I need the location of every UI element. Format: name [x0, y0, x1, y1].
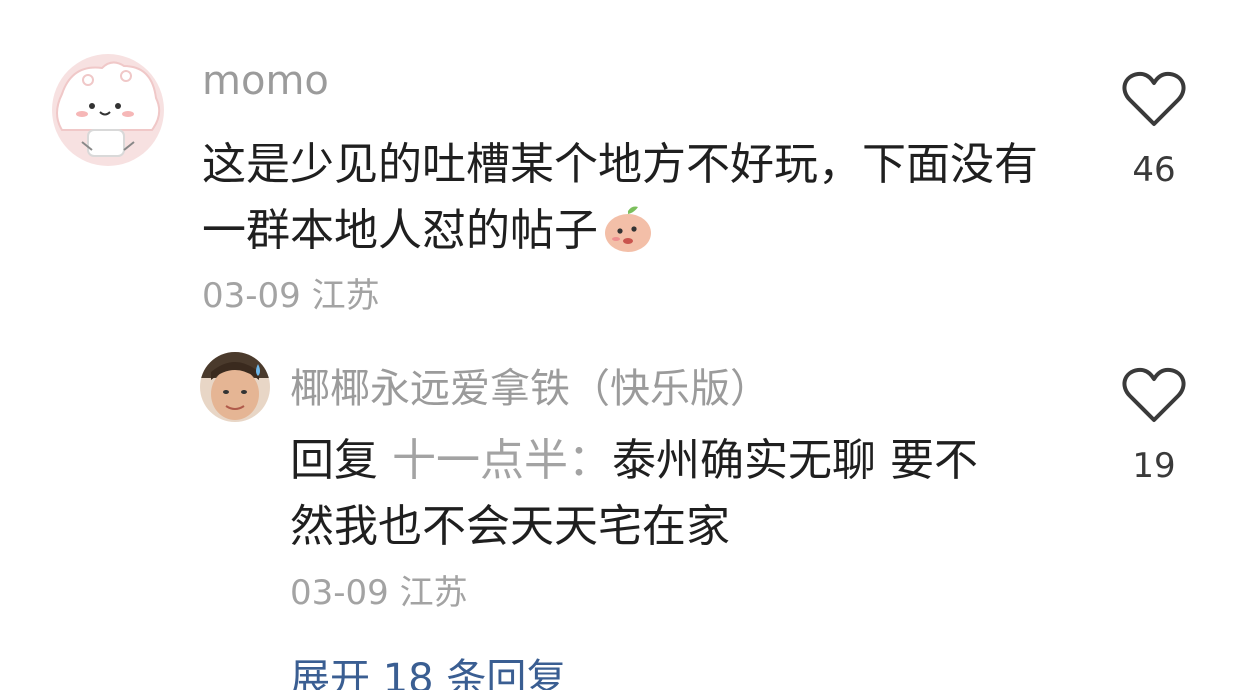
reply-prefix: 回复	[290, 435, 378, 486]
heart-icon	[1122, 367, 1186, 422]
comment-username[interactable]: momo	[202, 58, 329, 104]
reply-separator: ：	[568, 435, 612, 486]
comment-content: 这是少见的吐槽某个地方不好玩，下面没有一群本地人怼的帖子	[202, 132, 1042, 272]
embarrassed-peach-emoji-icon	[602, 203, 654, 272]
comment-like-button[interactable]: 46	[1114, 70, 1194, 190]
comment-meta: 03-09 江苏	[202, 268, 380, 317]
reply-like-count: 19	[1132, 446, 1176, 486]
photo-avatar-icon	[200, 352, 270, 422]
reply-content: 回复 十一点半：泰州确实无聊 要不然我也不会天天宅在家	[290, 428, 1010, 560]
reply-meta: 03-09 江苏	[290, 565, 468, 614]
comment-thread: momo 这是少见的吐槽某个地方不好玩，下面没有一群本地人怼的帖子 03-09 …	[0, 0, 1240, 690]
avatar[interactable]	[52, 54, 164, 166]
expand-replies-link[interactable]: 展开 18 条回复	[290, 646, 566, 690]
reply-date: 03-09	[290, 573, 389, 613]
reply-like-button[interactable]: 19	[1114, 366, 1194, 486]
reply-avatar[interactable]	[200, 352, 270, 422]
comment-date: 03-09	[202, 276, 301, 316]
reply-username[interactable]: 椰椰永远爱拿铁（快乐版）	[290, 356, 770, 414]
comment-location: 江苏	[311, 276, 380, 316]
pink-cartoon-avatar-icon	[52, 54, 164, 166]
comment-like-count: 46	[1132, 150, 1176, 190]
reply-location: 江苏	[399, 573, 468, 613]
reply-target-user[interactable]: 十一点半	[392, 435, 568, 486]
heart-icon	[1122, 71, 1186, 126]
